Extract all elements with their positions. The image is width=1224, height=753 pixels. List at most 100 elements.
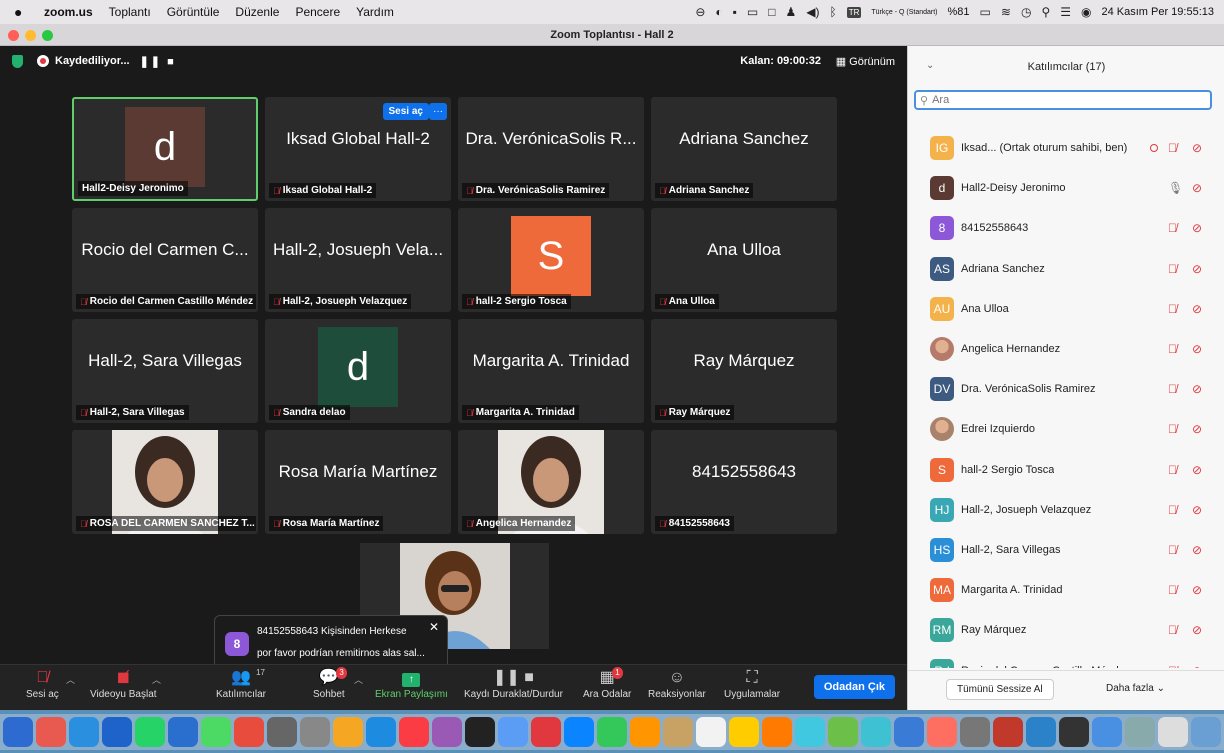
dock-app-icon[interactable] (762, 716, 792, 747)
video-tile[interactable]: Ana Ulloa 🎙̸ Ana Ulloa (651, 208, 837, 312)
display-icon[interactable]: □ (768, 5, 775, 19)
share-screen-button[interactable]: ↑ Ekran Paylaşımı (375, 667, 448, 700)
siri-icon[interactable]: ◉ (1081, 5, 1091, 19)
menu-duzenle[interactable]: Düzenle (235, 5, 279, 19)
minus-icon[interactable]: ⊖ (695, 5, 705, 19)
dock-app-icon[interactable] (168, 716, 198, 747)
dock-app-icon[interactable] (234, 716, 264, 747)
unmute-button[interactable]: 🎙̸ Sesi aç (26, 667, 59, 700)
dock-app-icon[interactable] (300, 716, 330, 747)
dock-app-icon[interactable] (267, 716, 297, 747)
dock-app-icon[interactable] (828, 716, 858, 747)
dock-app-icon[interactable] (630, 716, 660, 747)
dock-app-icon[interactable] (927, 716, 957, 747)
chat-options-chevron-icon[interactable]: ︿ (354, 673, 363, 686)
participant-row[interactable]: Shall-2 Sergio Tosca 🎙̸ ⊘ (908, 450, 1224, 490)
menu-pencere[interactable]: Pencere (295, 5, 340, 19)
reactions-button[interactable]: ☺ Reaksiyonlar (648, 667, 706, 700)
video-tile[interactable]: 🎙̸ ROSA DEL CARMEN SANCHEZ T... (72, 430, 258, 534)
bluetooth-icon[interactable]: ᛒ (830, 5, 837, 19)
dock-app-icon[interactable] (102, 716, 132, 747)
dock-app-icon[interactable] (69, 716, 99, 747)
toast-close-button[interactable]: ✕ (429, 620, 439, 634)
participant-row[interactable]: IG Iksad... (Ortak oturum sahibi, ben) 🎙̸ ⊘ (908, 128, 1224, 168)
dock-app-icon[interactable] (432, 716, 462, 747)
mute-all-button[interactable]: Tümünü Sessize Al (946, 679, 1054, 700)
dock-app-icon[interactable] (1059, 716, 1089, 747)
dock-app-icon[interactable] (1125, 716, 1155, 747)
menu-toplanti[interactable]: Toplantı (109, 5, 151, 19)
video-tile[interactable]: Margarita A. Trinidad 🎙̸ Margarita A. Trin… (458, 319, 644, 423)
video-tile[interactable]: Adriana Sanchez 🎙̸ Adriana Sanchez (651, 97, 837, 201)
clock-icon[interactable]: ◷ (1021, 5, 1031, 19)
dock-app-icon[interactable] (795, 716, 825, 747)
participant-row[interactable]: 8 84152558643 🎙̸ ⊘ (908, 208, 1224, 248)
video-tile[interactable]: d 🎙̸ Sandra delao (265, 319, 451, 423)
dock-app-icon[interactable] (498, 716, 528, 747)
participant-row[interactable]: Angelica Hernandez 🎙̸ ⊘ (908, 329, 1224, 369)
participant-row[interactable]: AS Adriana Sanchez 🎙̸ ⊘ (908, 249, 1224, 289)
video-tile[interactable]: 🎙̸ Angelica Hernandez (458, 430, 644, 534)
participant-row[interactable]: RM Ray Márquez 🎙̸ ⊘ (908, 610, 1224, 650)
security-shield-icon[interactable] (12, 54, 23, 68)
window-icon[interactable]: ▭ (747, 5, 758, 19)
recording-controls[interactable]: ❚❚ ■ (140, 55, 176, 68)
chat-button[interactable]: 💬 3 Sohbet (313, 667, 347, 700)
lightbulb-icon[interactable]: ◐ (715, 5, 722, 19)
dock-app-icon[interactable] (729, 716, 759, 747)
dock-app-icon[interactable] (1092, 716, 1122, 747)
dock-app-icon[interactable] (135, 716, 165, 747)
volume-icon[interactable]: ◀) (806, 5, 819, 19)
view-button[interactable]: ▦ Görünüm (836, 55, 895, 68)
participants-button[interactable]: 👥 17 Katılımcılar (216, 667, 266, 700)
control-center-icon[interactable]: ☰ (1060, 5, 1071, 19)
dock-app-icon[interactable] (960, 716, 990, 747)
wifi-icon[interactable]: ≋ (1001, 5, 1011, 19)
start-video-button[interactable]: ◼̸ Videoyu Başlat (90, 667, 157, 700)
battery-percent[interactable]: %81 (948, 6, 970, 18)
dock-app-icon[interactable] (201, 716, 231, 747)
more-button[interactable]: Daha fazla ⌄ (1096, 679, 1175, 698)
dock-app-icon[interactable] (861, 716, 891, 747)
leave-button[interactable]: Odadan Çık (813, 675, 895, 699)
dock-app-icon[interactable] (564, 716, 594, 747)
close-window-button[interactable] (8, 30, 19, 41)
dock-app-icon[interactable] (1026, 716, 1056, 747)
search-icon[interactable]: ⚲ (1041, 5, 1050, 19)
video-tile[interactable]: d Hall2-Deisy Jeronimo (72, 97, 258, 201)
tile-unmute-button[interactable]: Sesi aç (382, 103, 429, 120)
video-tile[interactable]: S 🎙̸ hall-2 Sergio Tosca (458, 208, 644, 312)
video-options-chevron-icon[interactable]: ︿ (152, 673, 161, 686)
minimize-window-button[interactable] (25, 30, 36, 41)
participant-search[interactable]: ⚲ (914, 90, 1212, 110)
dock-app-icon[interactable] (399, 716, 429, 747)
dock-app-icon[interactable] (1158, 716, 1188, 747)
input-source[interactable]: Türkçe - Q (Standart) (871, 9, 937, 16)
dock-app-icon[interactable] (36, 716, 66, 747)
record-button[interactable]: ❚❚ ■ Kaydı Duraklat/Durdur (464, 667, 563, 700)
video-tile[interactable]: Rocio del Carmen C... 🎙̸ Rocio del Carmen … (72, 208, 258, 312)
dock-app-icon[interactable] (366, 716, 396, 747)
search-input[interactable] (932, 94, 1193, 106)
audio-options-chevron-icon[interactable]: ︿ (66, 673, 75, 686)
video-tile[interactable]: Iksad Global Hall-2 Sesi aç ··· 🎙̸ Iksad Glo… (265, 97, 451, 201)
datetime[interactable]: 24 Kasım Per 19:55:13 (1101, 6, 1214, 18)
participant-row[interactable]: HS Hall-2, Sara Villegas 🎙̸ ⊘ (908, 530, 1224, 570)
breakout-rooms-button[interactable]: ▦ 1 Ara Odalar (583, 667, 631, 700)
screen-icon[interactable]: ▪ (733, 5, 737, 19)
participant-row[interactable]: DV Dra. VerónicaSolis Ramirez 🎙̸ ⊘ (908, 369, 1224, 409)
apps-button[interactable]: ⛶ Uygulamalar (724, 667, 780, 700)
dock-app-icon[interactable] (597, 716, 627, 747)
participant-row[interactable]: Edrei Izquierdo 🎙̸ ⊘ (908, 409, 1224, 449)
dock-app-icon[interactable] (894, 716, 924, 747)
dock-app-icon[interactable] (663, 716, 693, 747)
fullscreen-window-button[interactable] (42, 30, 53, 41)
menu-goruntule[interactable]: Görüntüle (167, 5, 220, 19)
participant-row[interactable]: MA Margarita A. Trinidad 🎙̸ ⊘ (908, 570, 1224, 610)
video-tile[interactable]: Hall-2, Josueph Vela... 🎙̸ Hall-2, Josueph… (265, 208, 451, 312)
video-tile[interactable]: Hall-2, Sara Villegas 🎙̸ Hall-2, Sara Vill… (72, 319, 258, 423)
participant-row[interactable]: HJ Hall-2, Josueph Velazquez 🎙̸ ⊘ (908, 490, 1224, 530)
participant-row[interactable]: d Hall2-Deisy Jeronimo 🎙 ⊘ (908, 168, 1224, 208)
dock-app-icon[interactable] (3, 716, 33, 747)
dock-app-icon[interactable] (531, 716, 561, 747)
